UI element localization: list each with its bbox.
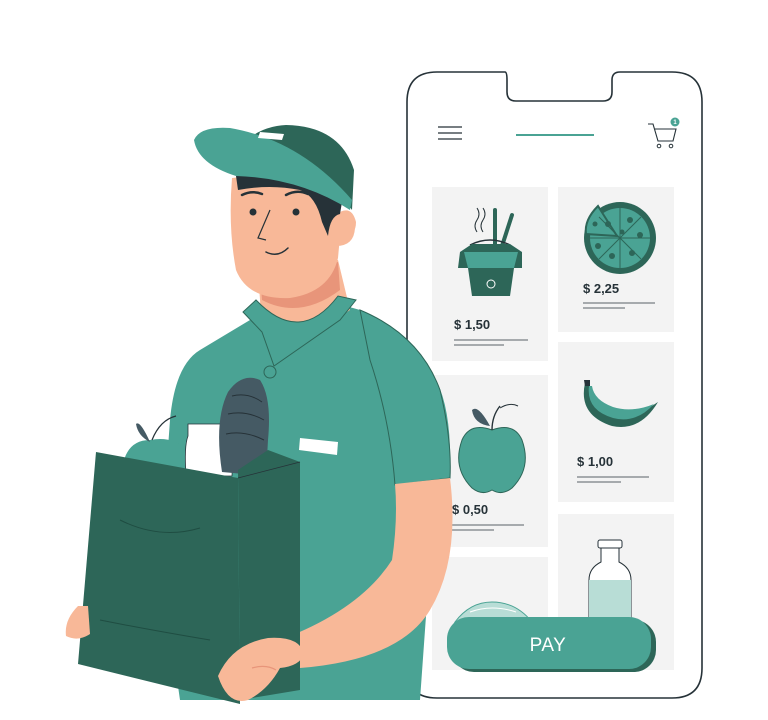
price-noodle: $ 1,50 <box>454 317 490 332</box>
pay-button[interactable]: PAY <box>447 617 656 672</box>
left-hand <box>65 606 90 639</box>
pizza-icon <box>584 202 656 274</box>
ear <box>334 218 355 246</box>
phone: 1 $ 1,50 $ 2,25 $ 1,00 $ 0,50 PAY <box>406 71 703 699</box>
price-pizza: $ 2,25 <box>583 281 619 296</box>
illustration-canvas: 1 $ 1,50 $ 2,25 $ 1,00 $ 0,50 PAY <box>65 71 703 704</box>
bag-front <box>78 452 240 704</box>
left-eye <box>249 208 257 216</box>
pay-button-label: PAY <box>530 635 567 656</box>
shirt-button <box>263 365 277 379</box>
price-banana: $ 1,00 <box>577 454 613 469</box>
right-eye <box>292 208 300 216</box>
price-apple: $ 0,50 <box>452 502 488 517</box>
delivery-man-illustration <box>65 125 453 704</box>
